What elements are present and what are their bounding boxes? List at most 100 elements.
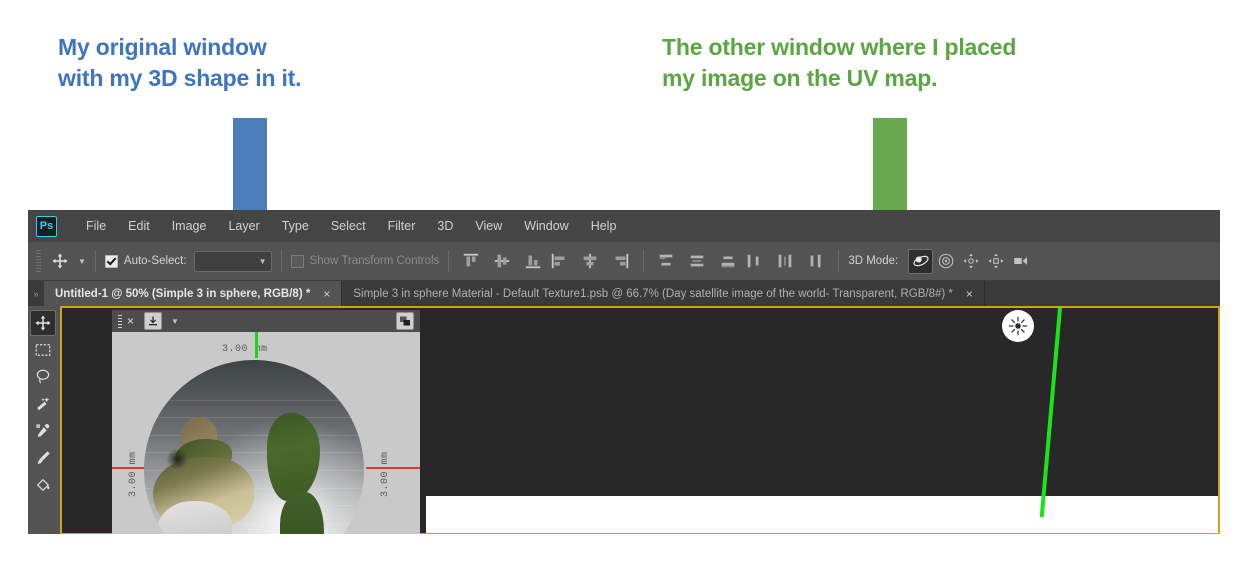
lasso-tool-icon	[36, 369, 50, 384]
roll-3d-object-button[interactable]	[933, 249, 958, 274]
tool-lasso[interactable]	[30, 364, 56, 390]
tab-texture-psb-close-icon[interactable]: ×	[966, 287, 973, 301]
align-horizontal-centers-icon[interactable]	[581, 252, 599, 270]
slide-3d-object-icon	[988, 253, 1004, 269]
menu-item-image[interactable]: Image	[161, 210, 218, 242]
brush-tool-icon	[37, 451, 50, 464]
menu-item-edit[interactable]: Edit	[117, 210, 161, 242]
move-tool-icon	[35, 315, 51, 331]
3d-ground-axis-line	[1039, 307, 1062, 518]
menu-item-3d[interactable]: 3D	[426, 210, 464, 242]
annotation-green-line1: The other window where I placed	[662, 34, 1017, 60]
options-divider-5	[838, 250, 840, 272]
align-right-edges-icon[interactable]	[612, 252, 630, 270]
menu-item-type[interactable]: Type	[271, 210, 320, 242]
floating-document-window[interactable]: × ▼ 3.00 mm 3.00 mm 3.00 mm	[112, 310, 420, 534]
tool-eyedropper[interactable]	[30, 418, 56, 444]
rotate-3d-object-button[interactable]	[908, 248, 934, 274]
distribute-top-edges-icon[interactable]	[657, 252, 675, 270]
floating-window-close-icon[interactable]: ×	[127, 314, 134, 328]
tool-paint-bucket[interactable]	[30, 472, 56, 498]
align-top-edges-icon[interactable]	[462, 252, 480, 270]
texture-shadow-patch	[166, 448, 188, 470]
tool-rectangular-marquee[interactable]	[30, 337, 56, 363]
download-arrow-icon	[149, 316, 158, 326]
sphere-surface	[144, 360, 364, 534]
dimension-label-right: 3.00 mm	[380, 451, 391, 497]
tab-untitled-1[interactable]: Untitled-1 @ 50% (Simple 3 in sphere, RG…	[44, 281, 343, 306]
options-divider-2	[280, 250, 282, 272]
options-divider-3	[448, 250, 450, 272]
document-tab-bar: » Untitled-1 @ 50% (Simple 3 in sphere, …	[28, 281, 1220, 306]
auto-select-label: Auto-Select:	[123, 255, 187, 267]
annotation-green-text: The other window where I placed my image…	[662, 32, 1016, 93]
3d-viewport[interactable]: 3.00 mm 3.00 mm 3.00 mm	[112, 332, 420, 534]
menu-item-view[interactable]: View	[464, 210, 513, 242]
align-left-edges-icon[interactable]	[550, 252, 568, 270]
current-tool-indicator[interactable]: ▼	[51, 252, 86, 270]
tab-untitled-1-label: Untitled-1 @ 50% (Simple 3 in sphere, RG…	[55, 287, 311, 300]
distribute-right-edges-icon[interactable]	[807, 252, 825, 270]
tab-bar-expand-icon[interactable]: »	[28, 281, 44, 306]
distribute-vertical-centers-icon[interactable]	[688, 252, 706, 270]
distribute-horizontal-centers-icon[interactable]	[776, 252, 794, 270]
tool-preset-chevron-down-icon[interactable]: ▼	[78, 257, 86, 266]
auto-select-checkbox[interactable]	[104, 254, 118, 268]
tools-panel	[28, 306, 58, 534]
infinite-light-widget[interactable]	[1002, 310, 1034, 342]
tool-move[interactable]	[30, 310, 56, 336]
tool-magic-wand[interactable]	[30, 391, 56, 417]
floating-window-chevron-down-icon[interactable]: ▼	[171, 317, 179, 326]
auto-select-dropdown[interactable]: ▼	[193, 250, 272, 272]
move-tool-icon	[52, 253, 68, 269]
annotation-blue-line2: with my 3D shape in it.	[58, 64, 302, 91]
show-transform-controls-checkbox[interactable]	[290, 254, 304, 268]
scale-3d-object-button[interactable]	[1008, 249, 1033, 274]
tab-texture-psb-label: Simple 3 in sphere Material - Default Te…	[353, 287, 953, 300]
infinite-light-icon	[1008, 316, 1028, 336]
pan-3d-object-button[interactable]	[958, 249, 983, 274]
tool-brush[interactable]	[30, 445, 56, 471]
3d-sphere-object[interactable]	[144, 360, 364, 534]
menu-item-filter[interactable]: Filter	[377, 210, 427, 242]
distribute-group-vertical	[657, 252, 737, 270]
roll-3d-object-icon	[938, 253, 953, 269]
tab-untitled-1-close-icon[interactable]: ×	[323, 287, 330, 301]
canvas-background: × ▼ 3.00 mm 3.00 mm 3.00 mm	[62, 307, 1218, 534]
texture-landmass-south	[280, 492, 325, 534]
align-group-horizontal	[550, 252, 630, 270]
eyedropper-tool-icon	[36, 424, 50, 437]
3d-mode-label: 3D Mode:	[848, 255, 899, 267]
options-bar-grip[interactable]	[36, 250, 41, 272]
scale-3d-object-icon	[1013, 257, 1027, 265]
menu-item-layer[interactable]: Layer	[217, 210, 270, 242]
screen-mode-icon[interactable]	[396, 312, 414, 330]
options-bar: ▼ Auto-Select: ▼ Show Transform Controls	[28, 242, 1220, 281]
axis-line-horizontal-red-left	[112, 467, 146, 469]
align-vertical-centers-icon[interactable]	[493, 252, 511, 270]
arrange-documents-icon	[400, 316, 410, 326]
texture-document-canvas[interactable]	[426, 496, 1218, 533]
align-bottom-edges-icon[interactable]	[524, 252, 542, 270]
floating-window-header[interactable]: × ▼	[112, 310, 420, 332]
menu-item-file[interactable]: File	[75, 210, 117, 242]
rectangular-marquee-tool-icon	[35, 344, 51, 356]
distribute-group-horizontal	[745, 252, 825, 270]
axis-line-vertical-green	[255, 332, 258, 358]
menu-item-window[interactable]: Window	[513, 210, 579, 242]
workspace-body: × ▼ 3.00 mm 3.00 mm 3.00 mm	[28, 306, 1220, 534]
menu-bar: Ps File Edit Image Layer Type Select Fil…	[28, 210, 1220, 242]
distribute-left-edges-icon[interactable]	[745, 252, 763, 270]
panel-grip-icon[interactable]	[118, 314, 122, 328]
annotation-green-line2: my image on the UV map.	[662, 64, 938, 91]
slide-3d-object-button[interactable]	[983, 249, 1008, 274]
import-icon[interactable]	[144, 312, 163, 330]
menu-item-select[interactable]: Select	[320, 210, 377, 242]
document-workspace: × ▼ 3.00 mm 3.00 mm 3.00 mm	[60, 306, 1220, 534]
align-group-vertical	[462, 252, 542, 270]
annotation-blue-line1: My original window	[58, 34, 267, 60]
tab-texture-psb[interactable]: Simple 3 in sphere Material - Default Te…	[342, 281, 985, 306]
menu-item-help[interactable]: Help	[580, 210, 628, 242]
rotate-3d-object-icon	[913, 255, 929, 267]
distribute-bottom-edges-icon[interactable]	[719, 252, 737, 270]
